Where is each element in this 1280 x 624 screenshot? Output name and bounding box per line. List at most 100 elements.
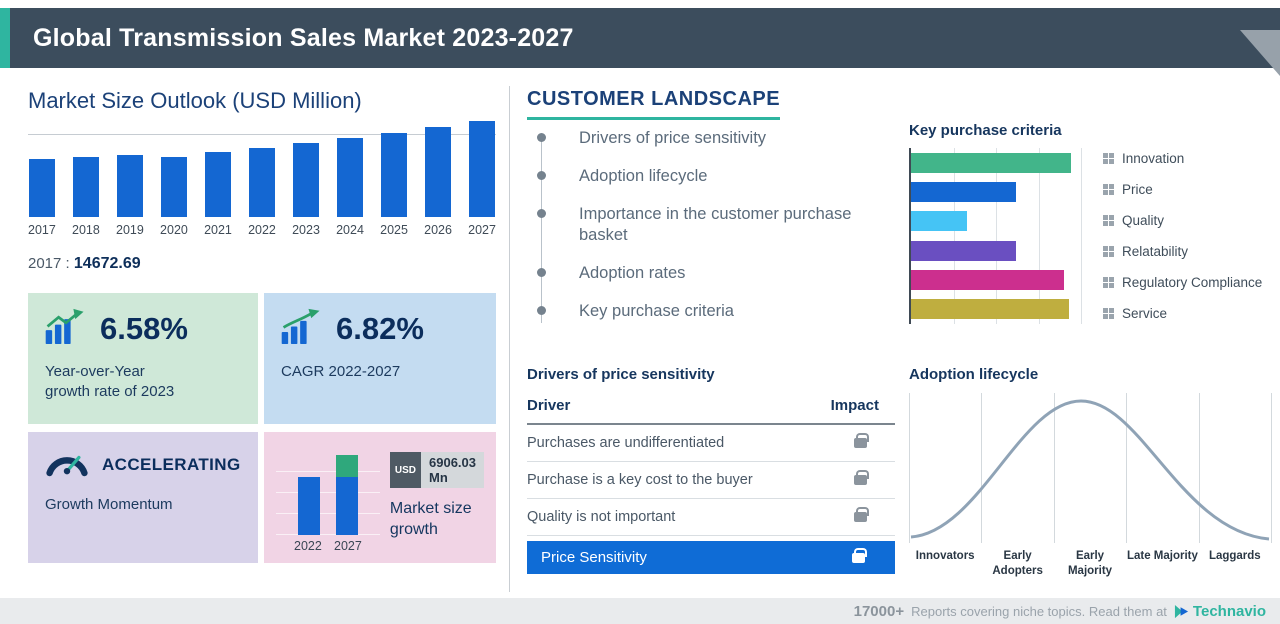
legend-item: Price [1103,182,1262,197]
base-year-line: 2017 : 14672.69 [28,255,496,273]
adoption-lifecycle-block: Adoption lifecycle Innovators Early Adopt… [909,366,1272,579]
market-size-bar-group: 2017 [28,159,56,237]
kpc-title: Key purchase criteria [909,122,1062,139]
market-size-bar-group: 2022 [248,148,276,237]
adoption-stage-labels: Innovators Early Adopters Early Majority La… [909,549,1271,579]
technavio-arrow-icon [1174,604,1188,618]
footer-text: Reports covering niche topics. Read them… [911,603,1167,619]
customer-landscape-title: CUSTOMER LANDSCAPE [527,88,781,120]
growth-amount-badge: USD 6906.03 Mn [389,452,484,488]
kpc-bar-price [911,182,1017,203]
market-size-bar-2020 [160,157,187,217]
base-year-label: 2017 [28,255,62,272]
adoption-stage-label: Innovators [915,550,975,562]
price-sensitivity-highlight-row[interactable]: Price Sensitivity [527,541,895,574]
momentum-caption: Growth Momentum [45,496,173,513]
market-size-bar-2026 [425,127,452,217]
legend-label: Price [1122,182,1153,197]
legend-item: Service [1103,306,1262,321]
timeline-label: Drivers of price sensitivity [579,129,767,147]
market-size-bar-group: 2024 [336,138,364,237]
year-label: 2024 [336,223,364,237]
key-purchase-criteria-block: Key purchase criteria Innovation Price Qua… [909,122,1271,324]
mini-bar-2027 [335,455,358,535]
technavio-logo[interactable]: Technavio [1174,603,1266,620]
market-size-bar-2021 [204,152,231,217]
kpc-bar-innovation [911,153,1071,173]
momentum-value: ACCELERATING [102,454,241,474]
kpc-gridline [996,148,997,324]
bar-chart-up-arrow-icon [45,308,87,349]
customer-landscape-item: Importance in the customer purchase bask… [537,204,889,248]
badge-currency: USD [389,452,421,488]
timeline-label: Key purchase criteria [579,301,734,320]
base-year-separator: : [61,255,74,272]
market-size-bar-group: 2019 [116,155,144,237]
timeline-dot [537,170,546,180]
lock-icon [852,547,867,563]
market-size-chart: 2017 2018 2019 2020 2021 2022 2023 2024 2025 2026… [28,121,496,237]
customer-landscape-item: Drivers of price sensitivity [537,128,889,150]
legend-grid-icon [1103,246,1114,257]
price-sensitivity-title: Drivers of price sensitivity [527,366,715,383]
year-label: 2021 [204,223,232,237]
al-gridline [1271,393,1272,543]
driver-table-header: Driver Impact [527,397,895,425]
customer-landscape-section: CUSTOMER LANDSCAPE Drivers of price sens… [527,88,1272,592]
report-count: 17000+ [853,602,905,620]
stat-cards: 6.58% Year-over-Year growth rate of 2023 … [28,293,496,563]
legend-item: Regulatory Compliance [1103,275,1262,290]
year-label: 2027 [468,223,496,237]
market-size-bar-2018 [72,157,99,217]
timeline-dot [537,208,546,218]
driver-row: Quality is not important [527,499,895,536]
market-size-bar-2024 [337,138,364,217]
mini-bar-2022 [297,477,320,535]
driver-label: Purchases are undifferentiated [527,435,725,451]
legend-label: Regulatory Compliance [1122,275,1263,290]
legend-item: Relatability [1103,244,1262,259]
footer: 17000+ Reports covering niche topics. Re… [0,598,1280,624]
market-size-bar-group: 2027 [468,121,496,237]
page-title: Global Transmission Sales Market 2023-20… [33,23,574,52]
growth-mini-chart: 2022 2027 [276,442,380,553]
legend-grid-icon [1103,308,1114,319]
year-label: 2023 [292,223,320,237]
mini-bar-base-segment [335,477,358,535]
yoy-growth-caption: Year-over-Year growth rate of 2023 [45,363,175,400]
driver-column-header: Driver [527,397,571,414]
market-size-section: Market Size Outlook (USD Million) 2017 20… [28,88,496,563]
market-size-bar-group: 2026 [424,127,452,237]
driver-label: Purchase is a key cost to the buyer [527,472,753,488]
year-label: 2017 [28,223,56,237]
legend-label: Innovation [1122,151,1185,166]
mini-year-end: 2027 [334,539,362,553]
vertical-divider [509,86,510,592]
legend-grid-icon [1103,184,1114,195]
kpc-gridline [1081,148,1082,324]
market-size-bar-2025 [381,133,408,217]
brand-name: Technavio [1192,602,1266,620]
customer-landscape-list: Drivers of price sensitivity Adoption lif… [537,128,889,339]
year-label: 2026 [424,223,452,237]
price-sensitivity-block: Drivers of price sensitivity Driver Impa… [527,366,895,574]
kpc-legend: Innovation Price Quality Relatability Regula… [1103,148,1262,324]
timeline-dot [537,268,546,278]
legend-label: Relatability [1122,244,1189,259]
year-label: 2020 [160,223,188,237]
legend-label: Quality [1122,213,1165,228]
kpc-bar-service [911,298,1070,319]
year-label: 2022 [248,223,276,237]
corner-fold-decoration [1240,30,1280,76]
cagr-caption: CAGR 2022-2027 [281,363,401,380]
driver-label: Quality is not important [527,509,676,525]
market-size-bar-2019 [116,155,143,217]
adoption-stage-label: Early Majority [1067,550,1113,577]
yoy-growth-card: 6.58% Year-over-Year growth rate of 2023 [28,293,258,424]
kpc-bar-quality [911,211,968,232]
market-size-bar-2027 [469,121,496,217]
legend-grid-icon [1103,153,1114,164]
market-size-growth-card: 2022 2027 USD 6906.03 Mn Market size grow… [264,432,496,563]
kpc-gridline [1038,148,1040,324]
adoption-stage-label: Late Majority [1126,550,1198,562]
